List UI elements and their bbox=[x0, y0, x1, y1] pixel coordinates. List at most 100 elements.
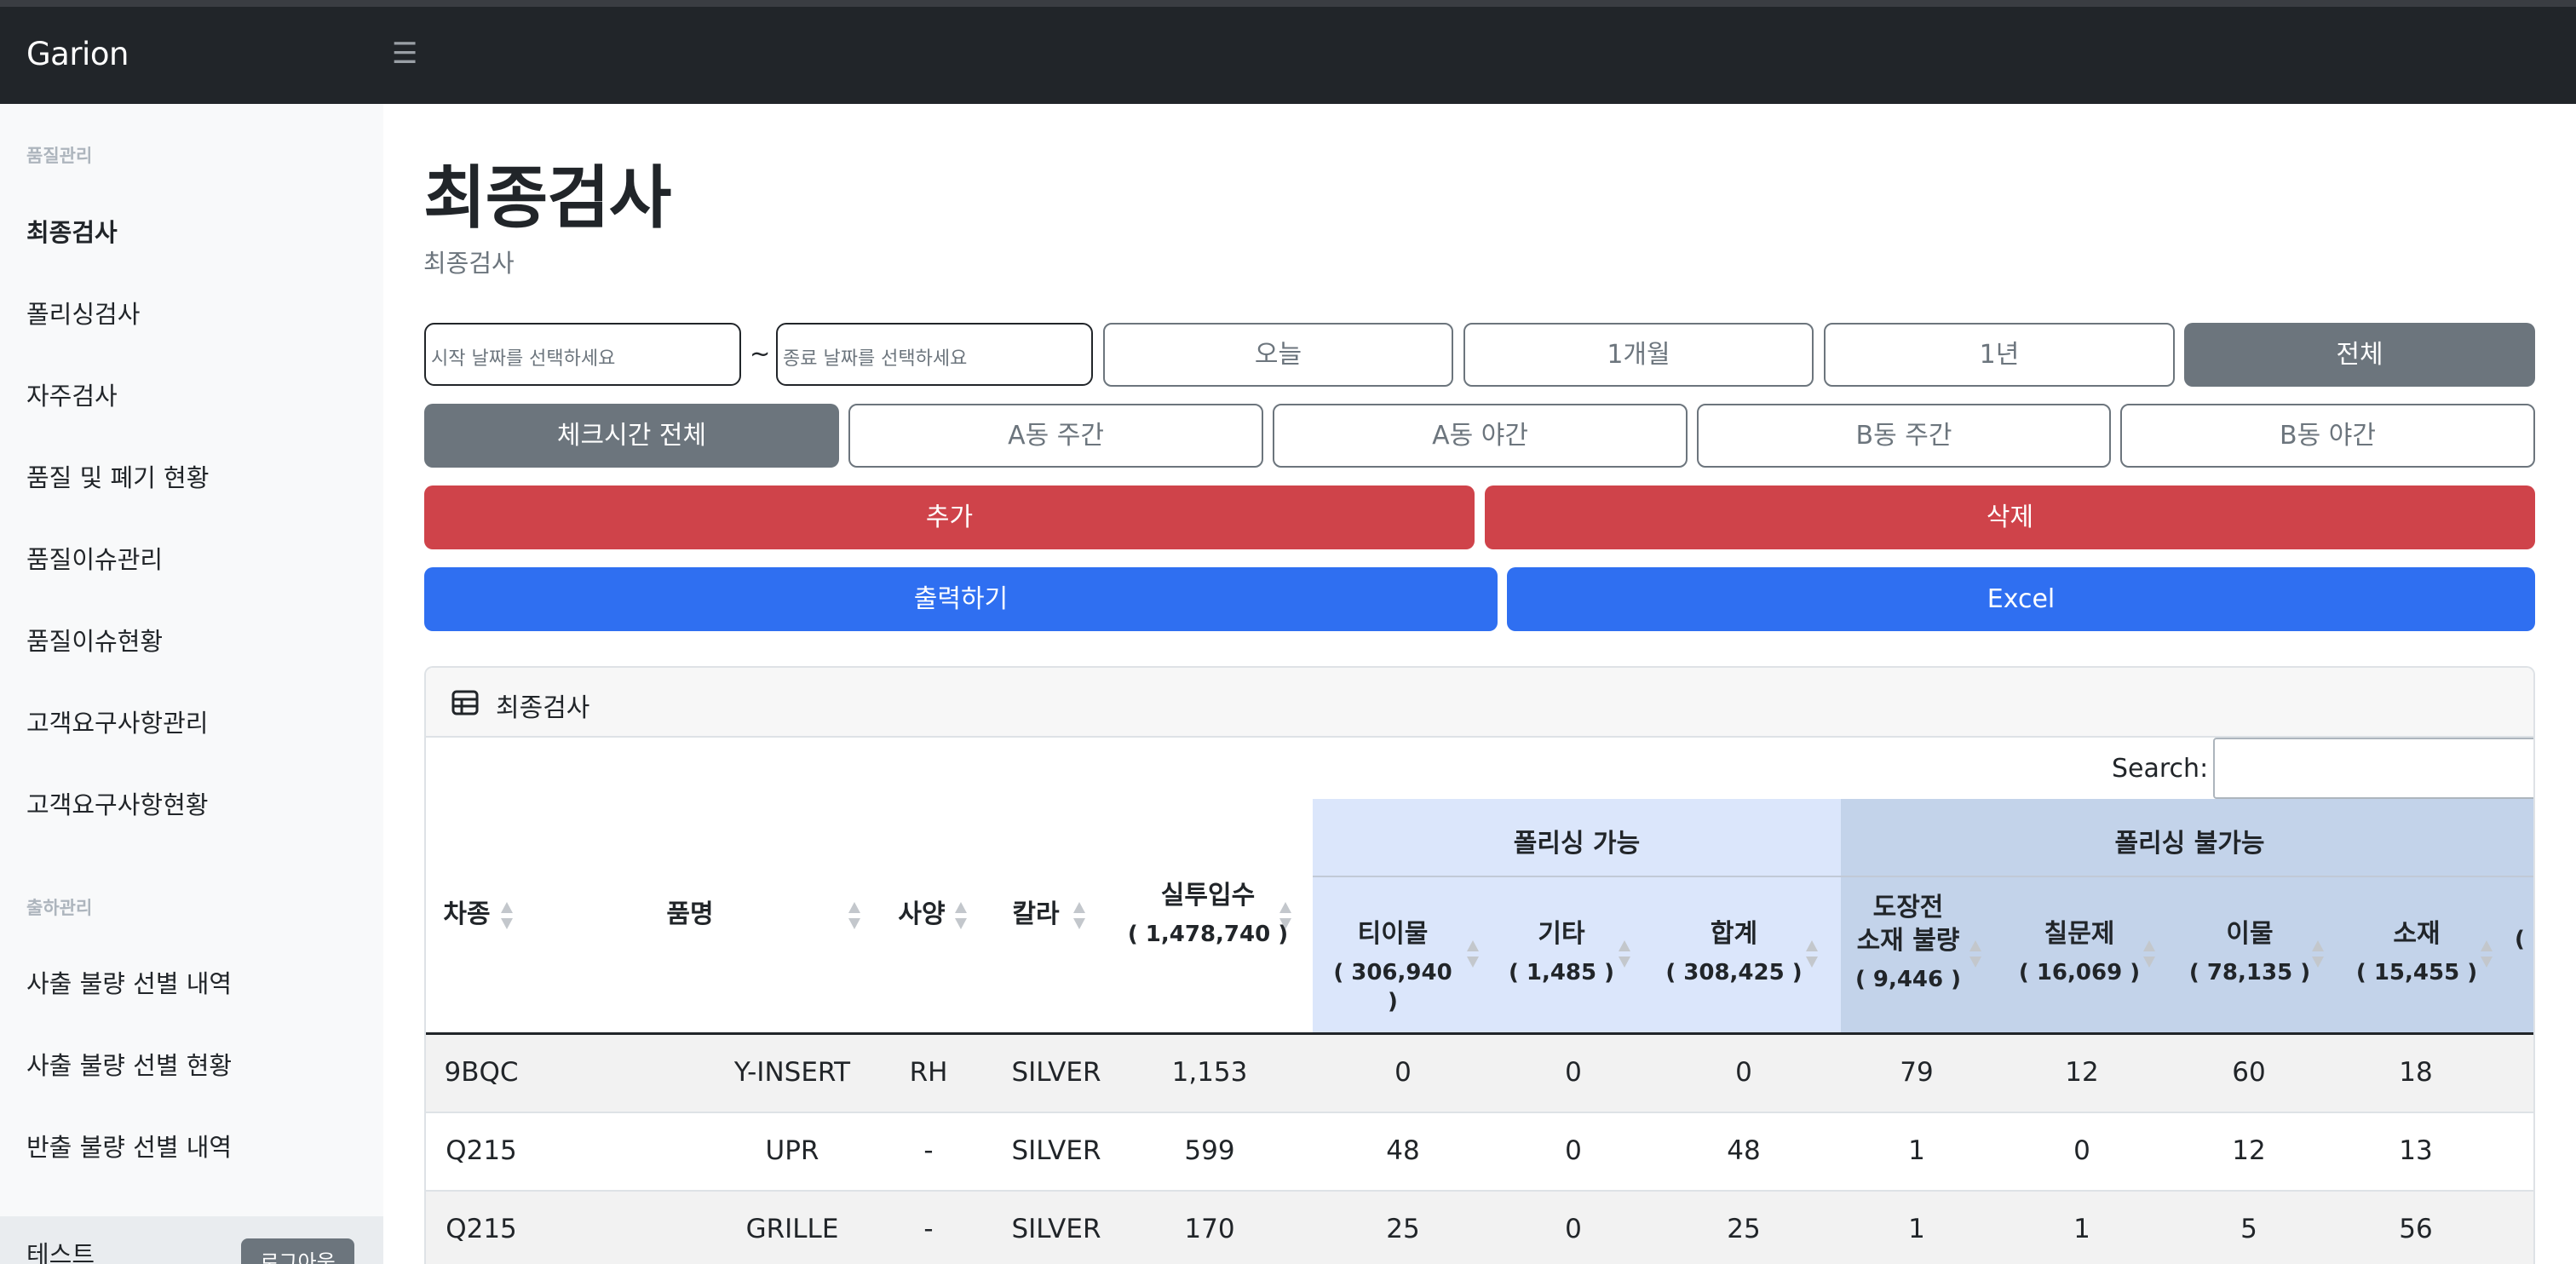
table-row[interactable]: Q215 UPR - SILVER 599 48 0 48 1 0 12 13 bbox=[426, 1113, 2533, 1192]
cell-part-name: Y-INSERT bbox=[733, 1057, 851, 1088]
hamburger-icon[interactable]: ☰ bbox=[392, 39, 417, 68]
shift-b-day-button[interactable]: B동 주간 bbox=[1697, 404, 2111, 468]
column-header-foreign-matter[interactable]: 이물( 78,135 ) bbox=[2186, 917, 2314, 988]
column-header-etc[interactable]: 기타( 1,485 ) bbox=[1506, 917, 1617, 988]
group-header-not-polishable: 폴리싱 불가능 bbox=[2114, 829, 2265, 859]
cell-material: 18 bbox=[2399, 1057, 2433, 1088]
period-today-button[interactable]: 오늘 bbox=[1103, 323, 1453, 387]
sidebar-item-injection-defect-sort-history[interactable]: 사출 불량 선별 내역 bbox=[26, 964, 232, 1000]
column-header-actual-input[interactable]: 실투입수( 1,478,740 ) bbox=[1123, 879, 1293, 950]
end-date-input[interactable]: 종료 날짜를 선택하세요 bbox=[776, 323, 1093, 386]
sort-icon[interactable] bbox=[501, 902, 513, 931]
period-1year-button[interactable]: 1년 bbox=[1824, 323, 2175, 387]
cell-material: 56 bbox=[2399, 1214, 2433, 1244]
sidebar-item-final-inspection[interactable]: 최종검사 bbox=[26, 213, 118, 249]
sidebar-item-injection-defect-sort-status[interactable]: 사출 불량 선별 현황 bbox=[26, 1046, 232, 1082]
sort-icon[interactable] bbox=[1806, 940, 1818, 969]
cell-etc: 0 bbox=[1565, 1214, 1582, 1244]
table-icon bbox=[451, 690, 479, 715]
cell-pre-paint-defect: 1 bbox=[1908, 1214, 1925, 1244]
period-1month-button[interactable]: 1개월 bbox=[1463, 323, 1814, 387]
shift-b-night-button[interactable]: B동 야간 bbox=[2120, 404, 2535, 468]
column-header-material[interactable]: 소재( 15,455 ) bbox=[2353, 917, 2481, 988]
brand-logo[interactable]: Garion bbox=[26, 36, 129, 72]
sort-icon[interactable] bbox=[2143, 940, 2155, 969]
cell-car-type: Q215 bbox=[446, 1135, 517, 1166]
cell-paint-issue: 1 bbox=[2073, 1214, 2090, 1244]
sidebar-item-quality-disposal-status[interactable]: 품질 및 폐기 현황 bbox=[26, 458, 209, 494]
cell-dust: 48 bbox=[1386, 1135, 1420, 1166]
sort-icon[interactable] bbox=[1279, 902, 1291, 931]
column-header-paint-issue[interactable]: 칠문제( 16,069 ) bbox=[2015, 917, 2143, 988]
column-header-spec[interactable]: 사양 bbox=[896, 898, 947, 931]
cell-spec: - bbox=[923, 1214, 934, 1244]
cell-material: 13 bbox=[2399, 1135, 2433, 1166]
column-header-subtotal[interactable]: 합계( 308,425 ) bbox=[1664, 917, 1804, 988]
cell-paint-issue: 0 bbox=[2073, 1135, 2090, 1166]
cell-actual-input: 599 bbox=[1184, 1135, 1235, 1166]
sidebar-item-customer-requirement-status[interactable]: 고객요구사항현황 bbox=[26, 785, 208, 821]
shift-a-night-button[interactable]: A동 야간 bbox=[1273, 404, 1688, 468]
sidebar-item-quality-issue-status[interactable]: 품질이슈현황 bbox=[26, 622, 163, 658]
cell-etc: 0 bbox=[1565, 1057, 1582, 1088]
sidebar-item-quality-issue-management[interactable]: 품질이슈관리 bbox=[26, 540, 163, 576]
cell-foreign-matter: 5 bbox=[2240, 1214, 2257, 1244]
sidebar-item-return-defect-sort-history[interactable]: 반출 불량 선별 내역 bbox=[26, 1128, 232, 1163]
table-row[interactable]: 9BQC Y-INSERT RH SILVER 1,153 0 0 0 79 1… bbox=[426, 1035, 2533, 1113]
sort-icon[interactable] bbox=[848, 902, 860, 931]
sort-icon[interactable] bbox=[2481, 940, 2493, 969]
group-divider bbox=[1313, 876, 2533, 877]
sort-icon[interactable] bbox=[1619, 940, 1630, 969]
cell-paint-issue: 12 bbox=[2065, 1057, 2099, 1088]
sort-icon[interactable] bbox=[955, 902, 967, 931]
sidebar-footer: 테스트 로그아웃 bbox=[0, 1216, 383, 1264]
sidebar: 품질관리 최종검사 폴리싱검사 자주검사 품질 및 폐기 현황 품질이슈관리 품… bbox=[0, 104, 383, 1264]
page-subtitle: 최종검사 bbox=[423, 249, 515, 278]
shift-a-day-button[interactable]: A동 주간 bbox=[848, 404, 1263, 468]
sidebar-heading-quality: 품질관리 bbox=[26, 146, 93, 166]
final-inspection-card: 최종검사 Search: 폴리싱 가능 폴리싱 불가능 차종 품명 사양 칼라 … bbox=[424, 666, 2535, 1264]
cell-subtotal: 0 bbox=[1735, 1057, 1752, 1088]
sidebar-heading-shipping: 출하관리 bbox=[26, 898, 93, 918]
sidebar-item-polishing-inspection[interactable]: 폴리싱검사 bbox=[26, 295, 140, 330]
cell-foreign-matter: 60 bbox=[2232, 1057, 2266, 1088]
cell-actual-input: 1,153 bbox=[1171, 1057, 1248, 1088]
sidebar-item-customer-requirement-management[interactable]: 고객요구사항관리 bbox=[26, 704, 208, 739]
sidebar-item-self-inspection[interactable]: 자주검사 bbox=[26, 376, 118, 412]
cell-car-type: Q215 bbox=[446, 1214, 517, 1244]
column-header-car-type[interactable]: 차종 bbox=[441, 898, 492, 931]
sort-icon[interactable] bbox=[1969, 940, 1981, 969]
page-title: 최종검사 bbox=[423, 158, 671, 238]
sort-icon[interactable] bbox=[2312, 940, 2324, 969]
column-header-dust[interactable]: 티이물( 306,940 ) bbox=[1325, 917, 1461, 1017]
column-header-part-name[interactable]: 품명 bbox=[664, 898, 716, 931]
add-button[interactable]: 추가 bbox=[424, 485, 1475, 549]
start-date-input[interactable]: 시작 날짜를 선택하세요 bbox=[424, 323, 741, 386]
cell-part-name: GRILLE bbox=[745, 1214, 839, 1244]
period-all-button[interactable]: 전체 bbox=[2184, 323, 2535, 387]
top-navbar: Garion ☰ bbox=[0, 0, 2576, 104]
table-row[interactable]: Q215 GRILLE - SILVER 170 25 0 25 1 1 5 5… bbox=[426, 1192, 2533, 1264]
excel-export-button[interactable]: Excel bbox=[1507, 567, 2535, 631]
column-header-pre-paint-defect[interactable]: 도장전 소재 불량( 9,446 ) bbox=[1849, 891, 1968, 995]
card-title: 최종검사 bbox=[496, 693, 590, 723]
shift-all-button[interactable]: 체크시간 전체 bbox=[424, 404, 839, 468]
logout-button[interactable]: 로그아웃 bbox=[241, 1238, 354, 1264]
sort-icon[interactable] bbox=[1073, 902, 1085, 931]
cell-pre-paint-defect: 1 bbox=[1908, 1135, 1925, 1166]
delete-button[interactable]: 삭제 bbox=[1485, 485, 2535, 549]
cell-color: SILVER bbox=[1011, 1135, 1101, 1166]
date-range-separator: ~ bbox=[750, 339, 771, 368]
sort-icon[interactable] bbox=[1467, 940, 1479, 969]
search-input[interactable] bbox=[2213, 738, 2533, 799]
cell-subtotal: 25 bbox=[1727, 1214, 1761, 1244]
user-name: 테스트 bbox=[26, 1240, 95, 1264]
column-header-truncated[interactable]: ( bbox=[2515, 917, 2533, 955]
cell-spec: - bbox=[923, 1135, 934, 1166]
print-button[interactable]: 출력하기 bbox=[424, 567, 1498, 631]
column-header-color[interactable]: 칼라 bbox=[1010, 898, 1061, 931]
cell-dust: 25 bbox=[1386, 1214, 1420, 1244]
search-label: Search: bbox=[2112, 754, 2209, 784]
card-header: 최종검사 bbox=[426, 668, 2533, 738]
cell-actual-input: 170 bbox=[1184, 1214, 1235, 1244]
